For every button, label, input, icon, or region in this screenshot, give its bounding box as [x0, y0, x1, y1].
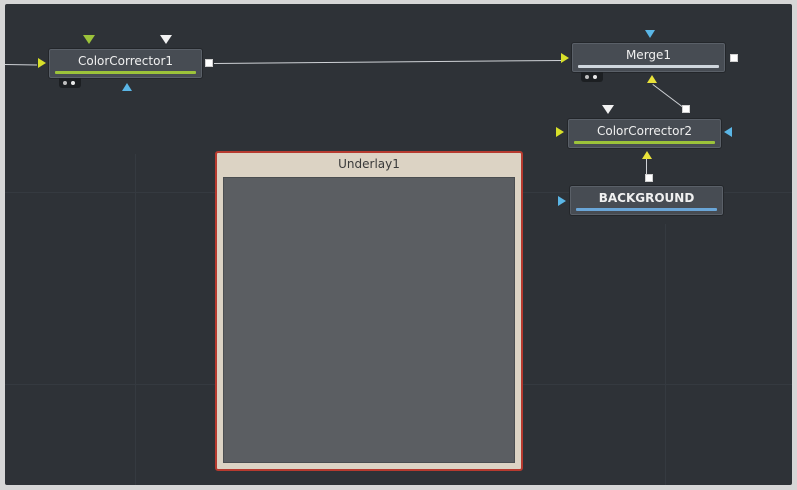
connection-line-cc1-merge — [214, 59, 562, 64]
view-indicator[interactable] — [581, 72, 603, 82]
input-triangle-icon[interactable] — [122, 83, 132, 91]
node-color-bar — [574, 141, 715, 144]
view-dot-icon — [585, 75, 589, 79]
node-label: Merge1 — [625, 48, 672, 62]
view-dot-icon — [63, 81, 67, 85]
underlay-body[interactable] — [223, 177, 515, 463]
node-background[interactable]: BACKGROUND — [569, 185, 724, 216]
input-triangle-icon[interactable] — [724, 127, 732, 137]
node-editor-canvas[interactable]: Underlay1 ColorCorrector1 Merge1 ColorCo… — [5, 4, 792, 485]
node-colorcorrector2[interactable]: ColorCorrector2 — [567, 118, 722, 149]
node-color-bar — [55, 71, 196, 74]
output-port-icon[interactable] — [730, 54, 738, 62]
connection-line-input — [5, 64, 37, 66]
underlay-node[interactable]: Underlay1 — [215, 151, 523, 471]
output-port-icon[interactable] — [205, 59, 213, 67]
output-port-icon[interactable] — [645, 174, 653, 182]
node-color-bar — [576, 208, 717, 211]
node-label: ColorCorrector1 — [77, 54, 174, 68]
input-triangle-icon[interactable] — [38, 58, 46, 68]
input-triangle-icon[interactable] — [558, 196, 566, 206]
underlay-title: Underlay1 — [338, 157, 400, 171]
node-merge1[interactable]: Merge1 — [571, 42, 726, 73]
input-triangle-icon[interactable] — [602, 105, 614, 114]
node-label: ColorCorrector2 — [596, 124, 693, 138]
input-triangle-icon[interactable] — [642, 151, 652, 159]
node-label: BACKGROUND — [598, 191, 695, 205]
input-triangle-icon[interactable] — [647, 75, 657, 83]
node-color-bar — [578, 65, 719, 68]
view-indicator[interactable] — [59, 78, 81, 88]
view-dot-icon — [593, 75, 597, 79]
input-triangle-icon[interactable] — [83, 35, 95, 44]
output-port-icon[interactable] — [682, 105, 690, 113]
input-triangle-icon[interactable] — [561, 53, 569, 63]
grid-line — [135, 154, 136, 485]
grid-line — [665, 224, 666, 485]
connection-line-cc2-merge — [652, 84, 685, 109]
input-triangle-icon[interactable] — [556, 127, 564, 137]
input-triangle-icon[interactable] — [645, 30, 655, 38]
input-triangle-icon[interactable] — [160, 35, 172, 44]
view-dot-icon — [71, 81, 75, 85]
node-colorcorrector1[interactable]: ColorCorrector1 — [48, 48, 203, 79]
